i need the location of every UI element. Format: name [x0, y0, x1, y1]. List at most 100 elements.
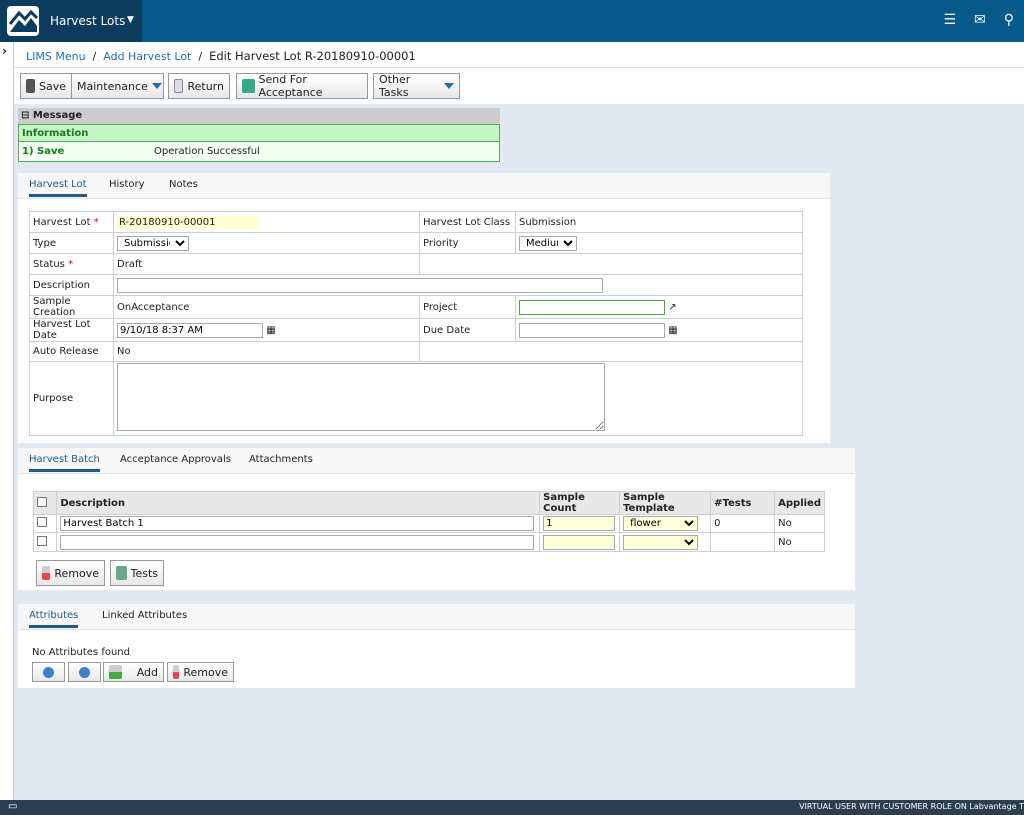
return-icon	[174, 79, 184, 93]
tab-linked-attributes[interactable]: Linked Attributes	[102, 610, 187, 621]
applied-value: No	[774, 532, 825, 552]
harvest-lot-date-label: Harvest Lot Date	[29, 318, 114, 342]
status-bar: ▭ VIRTUAL USER WITH CUSTOMER ROLE ON Lab…	[0, 800, 1024, 815]
tests-count	[710, 532, 776, 552]
tab-harvest-batch[interactable]: Harvest Batch	[29, 454, 100, 472]
other-tasks-button[interactable]: Other Tasks	[373, 73, 460, 99]
tab-history[interactable]: History	[109, 179, 145, 190]
chevron-right-icon: ›	[2, 44, 7, 58]
due-date-input[interactable]	[519, 322, 665, 338]
select-all-checkbox[interactable]	[37, 496, 47, 507]
harvest-batch-panel: Harvest Batch Acceptance Approvals Attac…	[18, 448, 855, 590]
page-title: Edit Harvest Lot R-20180910-00001	[209, 49, 416, 63]
purpose-textarea[interactable]	[117, 363, 605, 431]
maintenance-button[interactable]: Maintenance	[71, 73, 164, 99]
class-label: Harvest Lot Class	[419, 211, 516, 233]
project-input[interactable]	[519, 299, 665, 315]
tab-acceptance-approvals[interactable]: Acceptance Approvals	[120, 454, 231, 465]
tests-label: Tests	[130, 566, 158, 580]
tab-notes[interactable]: Notes	[169, 179, 198, 190]
harvest-lot-form: Harvest Lot * R-20180910-00001 Harvest Lot…	[29, 211, 803, 436]
remove-label: Remove	[54, 566, 99, 580]
calendar-icon[interactable]: ▦	[668, 325, 677, 336]
auto-release-value: No	[113, 341, 420, 362]
tab-attachments[interactable]: Attachments	[249, 454, 313, 465]
batch-description-input[interactable]	[60, 534, 535, 550]
send-icon	[242, 79, 255, 93]
message-title: Message	[32, 110, 83, 121]
sample-creation-value: OnAcceptance	[113, 295, 420, 319]
return-label: Return	[187, 79, 224, 93]
other-tasks-label: Other Tasks	[379, 73, 411, 99]
monitor-icon: ▭	[8, 801, 18, 812]
type-label: Type	[29, 232, 114, 254]
harvest-lot-panel: Harvest Lot History Notes Harvest Lot * R…	[18, 173, 830, 443]
add-attribute-button[interactable]: Add	[103, 662, 164, 682]
message-item: 1) Save	[22, 146, 65, 157]
send-label: Send For Acceptance	[258, 73, 323, 99]
sample-creation-label: Sample Creation	[29, 295, 114, 319]
move-up-button[interactable]	[32, 662, 65, 682]
type-select[interactable]: Submission	[117, 235, 189, 251]
save-button[interactable]: Save	[20, 73, 72, 99]
tab-attributes[interactable]: Attributes	[29, 610, 79, 628]
calendar-icon[interactable]: ▦	[266, 325, 275, 336]
remove-batch-button[interactable]: Remove	[36, 560, 105, 586]
col-description: Description	[56, 491, 541, 515]
row-checkbox[interactable]	[37, 535, 47, 546]
chevron-down-icon	[151, 83, 162, 94]
remove-icon	[42, 566, 51, 580]
remove-attribute-button[interactable]: Remove	[167, 662, 234, 682]
move-down-button[interactable]	[68, 662, 101, 682]
auto-release-label: Auto Release	[29, 341, 114, 362]
row-checkbox[interactable]	[37, 517, 47, 527]
col-sample-template: Sample Template	[619, 491, 712, 515]
harvest-lot-value: R-20180910-00001	[117, 215, 259, 229]
arrow-up-icon	[43, 666, 54, 678]
mail-icon[interactable]: ✉	[974, 12, 986, 28]
arrow-down-icon	[79, 666, 90, 678]
sample-count-input[interactable]	[543, 534, 616, 550]
description-input[interactable]	[117, 277, 603, 293]
message-header[interactable]: ⊟ Message	[18, 108, 500, 124]
sample-template-select[interactable]	[623, 534, 699, 550]
tab-harvest-lot[interactable]: Harvest Lot	[29, 179, 87, 197]
priority-select[interactable]: Medium	[519, 235, 577, 251]
external-link-icon[interactable]: ↗	[668, 302, 676, 313]
top-bar: Harvest Lots ▼ ☰ ✉ ⚲	[0, 0, 1024, 42]
footer-text: VIRTUAL USER WITH CUSTOMER ROLE ON Labva…	[799, 802, 1024, 811]
chevron-down-icon	[444, 83, 454, 94]
save-label: Save	[38, 79, 66, 93]
save-icon	[26, 79, 35, 93]
send-for-acceptance-button[interactable]: Send For Acceptance	[236, 73, 368, 99]
message-info-header: Information	[18, 124, 500, 142]
module-menu[interactable]: Harvest Lots ▼	[0, 0, 142, 42]
module-title: Harvest Lots	[50, 14, 126, 28]
add-label: Add	[136, 665, 158, 679]
priority-label: Priority	[419, 232, 516, 254]
remove-icon	[173, 665, 180, 679]
tests-count: 0	[710, 514, 776, 533]
batch-table: Description Sample Count Sample Template #T…	[32, 491, 825, 552]
breadcrumb-add-harvest-lot[interactable]: Add Harvest Lot	[103, 50, 191, 63]
no-attributes-text: No Attributes found	[32, 647, 130, 658]
message-text: Operation Successful	[154, 146, 260, 157]
collapse-icon[interactable]: ⊟	[21, 110, 29, 121]
menu-icon[interactable]: ☰	[943, 12, 956, 28]
sidebar-toggle[interactable]: ›	[0, 42, 14, 800]
search-icon[interactable]: ⚲	[1004, 12, 1014, 28]
harvest-lot-date-input[interactable]	[117, 322, 263, 338]
message-box: ⊟ Message Information 1) Save Operation …	[18, 108, 500, 164]
tests-button[interactable]: Tests	[110, 560, 164, 586]
return-button[interactable]: Return	[168, 73, 230, 99]
breadcrumb-lims-menu[interactable]: LIMS Menu	[26, 50, 86, 63]
col-applied: Applied	[774, 491, 825, 515]
remove-label: Remove	[183, 665, 228, 679]
batch-description-input[interactable]	[60, 516, 535, 531]
chevron-down-icon: ▼	[127, 15, 134, 25]
col-tests: #Tests	[710, 491, 776, 515]
table-row: No	[32, 532, 825, 552]
sample-template-select[interactable]: flower	[623, 516, 699, 531]
sample-count-input[interactable]	[543, 516, 616, 531]
purpose-label: Purpose	[29, 361, 114, 436]
